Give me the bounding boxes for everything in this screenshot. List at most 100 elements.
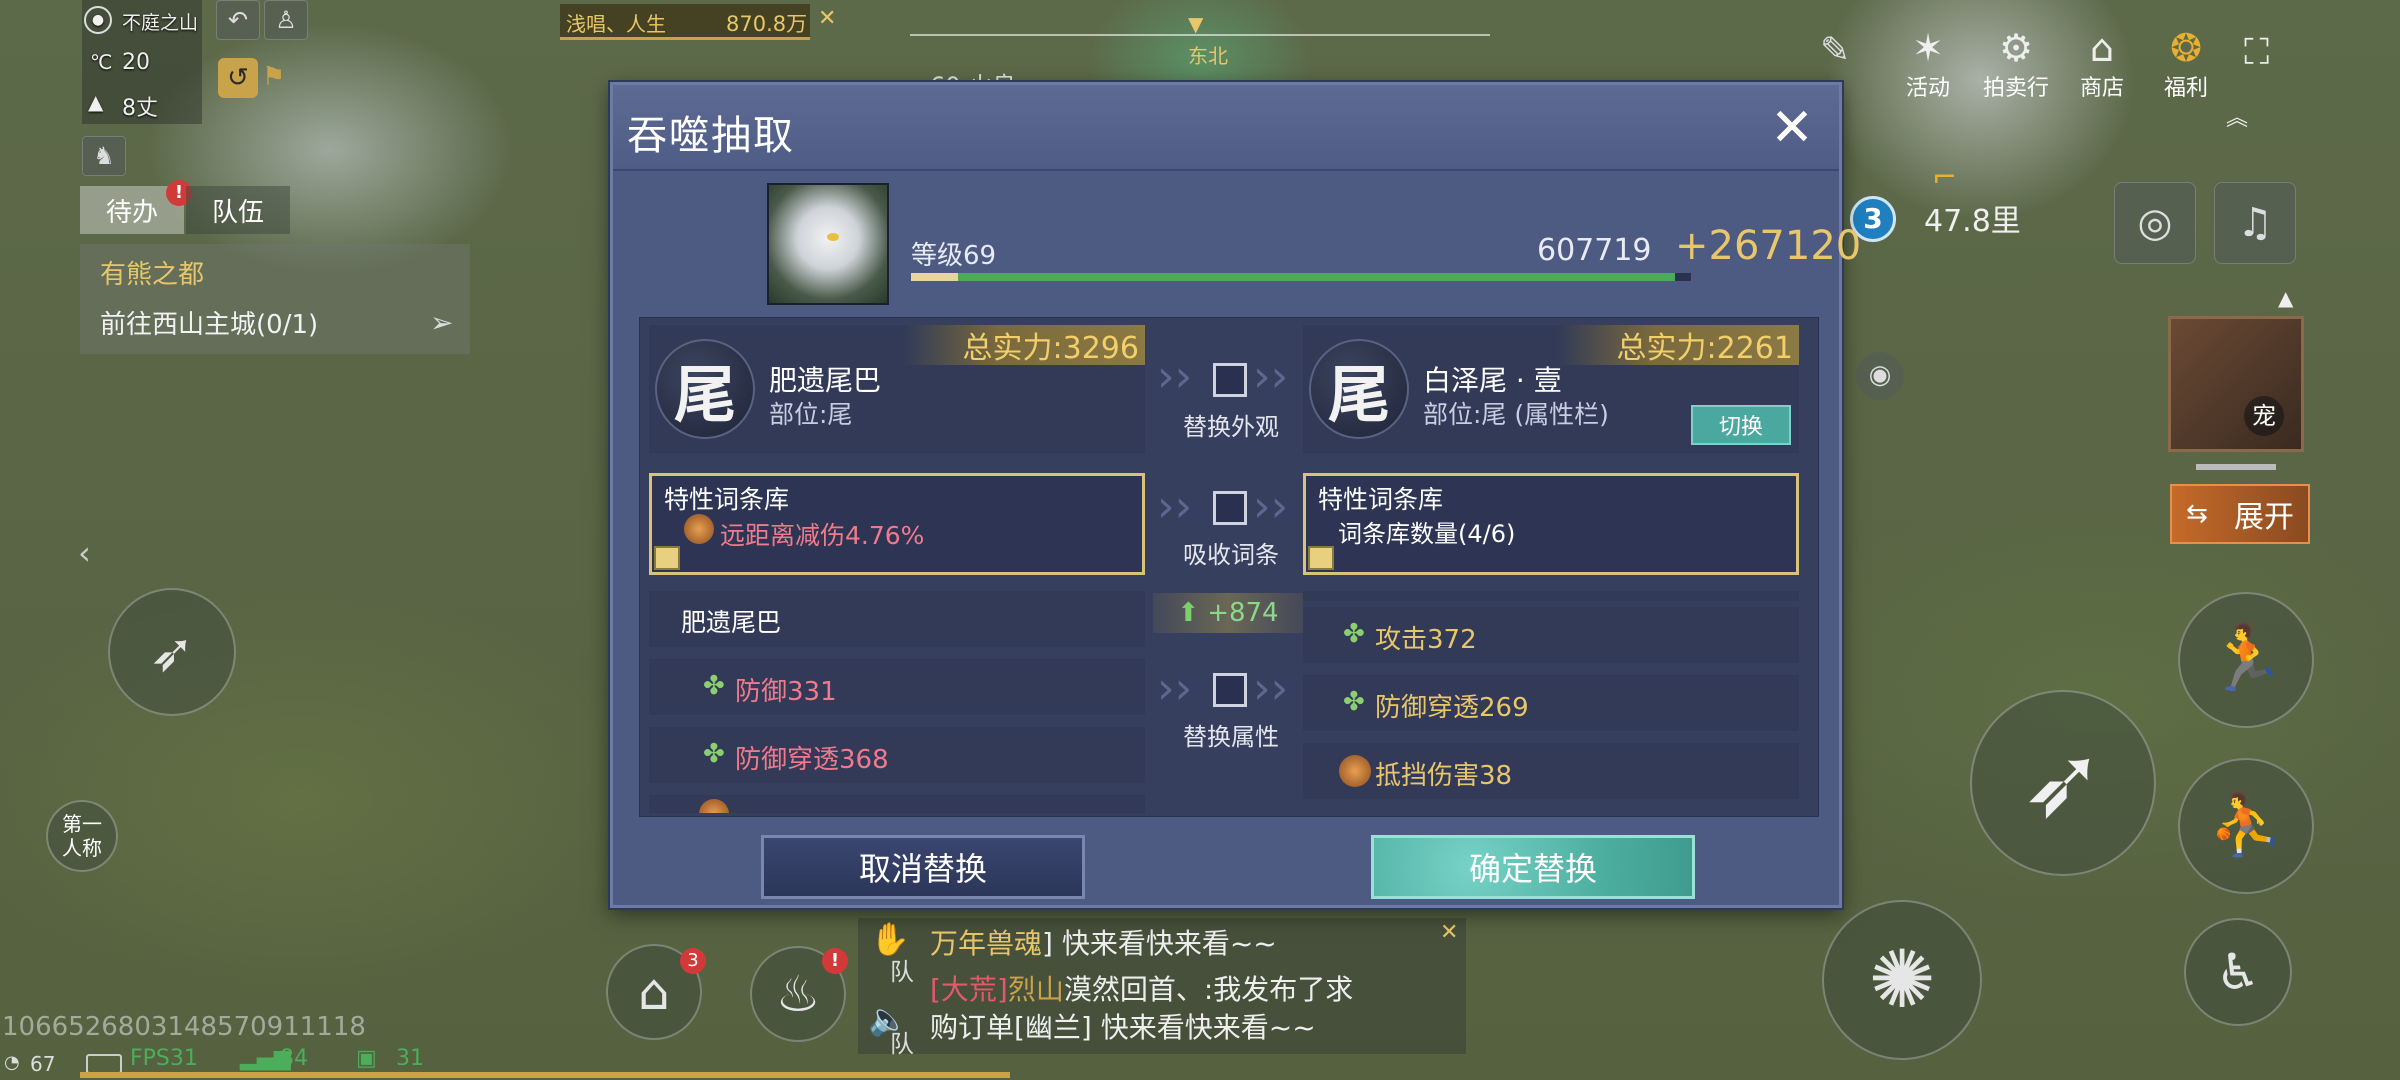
menu-shop[interactable]: ⌂ 商店 bbox=[2070, 26, 2134, 102]
arrow-up-icon: ⬆ bbox=[1177, 598, 1200, 628]
chevron-right-icon: ›› bbox=[1253, 351, 1289, 402]
swirl-icon bbox=[1339, 755, 1371, 787]
chat-line-3: 购订单[幽兰] 快来看快来看~~ bbox=[930, 1011, 1316, 1044]
replace-attr-label: 替换属性 bbox=[1183, 723, 1279, 751]
left-attr-title: 肥遗尾巴 bbox=[681, 608, 782, 637]
collapse-arrow-icon[interactable]: ‹ bbox=[78, 534, 91, 572]
switch-button[interactable]: 切换 bbox=[1691, 405, 1791, 445]
whistle-button[interactable]: ♫ bbox=[2214, 182, 2296, 264]
absorb-entry-checkbox[interactable] bbox=[1213, 491, 1247, 525]
bag-badge: ! bbox=[822, 948, 848, 974]
chat-team-label-2: 队 bbox=[890, 1030, 914, 1058]
quest-hook-icon[interactable]: ↺ bbox=[218, 58, 258, 98]
pet-card[interactable] bbox=[2168, 316, 2304, 452]
chevron-up-icon[interactable]: ▲ bbox=[2278, 286, 2293, 310]
right-attr-row-partial bbox=[1303, 591, 1799, 601]
chat-line1-name: 万年兽魂 bbox=[930, 927, 1043, 960]
tab-team[interactable]: 队伍 bbox=[186, 186, 290, 234]
weapon-skill-button[interactable]: ➶ bbox=[108, 588, 236, 716]
left-item-slot: 部位:尾 bbox=[769, 400, 853, 429]
right-library-entry: 词条库数量(4/6) bbox=[1338, 520, 1516, 548]
chat-close-icon[interactable]: ✕ bbox=[1440, 920, 1458, 945]
right-item-power: 总实力:2261 bbox=[1556, 325, 1799, 366]
flag-icon[interactable]: ⚑ bbox=[262, 62, 292, 92]
expand-button[interactable]: ⇆ 展开 bbox=[2170, 484, 2310, 544]
first-person-label-1: 第一 bbox=[62, 812, 102, 836]
left-item-card[interactable]: 尾 总实力:3296 肥遗尾巴 部位:尾 bbox=[649, 325, 1145, 453]
distance-value: 47.8里 bbox=[1924, 204, 2021, 239]
return-icon[interactable]: ↶ bbox=[216, 0, 260, 40]
attr-gain-value: +874 bbox=[1207, 598, 1279, 628]
drum-button[interactable]: ◎ bbox=[2114, 182, 2196, 264]
confirm-replace-button[interactable]: 确定替换 bbox=[1371, 835, 1695, 899]
special-skill-button[interactable]: ✺ bbox=[1822, 900, 1982, 1060]
leaf-icon: ✤ bbox=[703, 739, 725, 769]
left-attr-value: 防御331 bbox=[735, 677, 837, 707]
left-library-entry: 远距离减伤4.76% bbox=[720, 521, 925, 550]
confirm-replace-label: 确定替换 bbox=[1468, 850, 1597, 888]
shop-icon: ⌂ bbox=[2089, 26, 2115, 70]
character-icon[interactable]: ♙ bbox=[264, 0, 308, 40]
crouch-button[interactable]: ♿ bbox=[2184, 918, 2292, 1026]
jump-button[interactable]: ⛹ bbox=[2178, 758, 2314, 894]
absorb-entry-label: 吸收词条 bbox=[1183, 541, 1279, 569]
swirl-icon bbox=[684, 514, 714, 544]
right-item-card[interactable]: 尾 总实力:2261 白泽尾 · 壹 部位:尾 (属性栏) 切换 bbox=[1303, 325, 1799, 453]
chat-line2-name: 烈山 bbox=[1007, 973, 1064, 1006]
first-person-label-2: 人称 bbox=[62, 836, 102, 860]
dialog-header: 吞噬抽取 ✕ bbox=[613, 85, 1839, 171]
dodge-button[interactable]: 🏃 bbox=[2178, 592, 2314, 728]
collapse-up-icon[interactable]: ︽ bbox=[2226, 100, 2248, 132]
left-attr-value: 防御穿透368 bbox=[735, 745, 889, 775]
welfare-label: 福利 bbox=[2163, 76, 2208, 101]
top-chat-value: 870.8万 bbox=[726, 12, 808, 36]
top-chat-name: 浅唱、人生 bbox=[566, 12, 666, 36]
switch-label: 切换 bbox=[1718, 415, 1763, 440]
right-attr-value: 抵挡伤害38 bbox=[1375, 761, 1513, 791]
exp-bar bbox=[911, 273, 1691, 281]
cancel-replace-button[interactable]: 取消替换 bbox=[761, 835, 1085, 899]
compass-direction: 东北 bbox=[1188, 44, 1228, 68]
location-name: 不庭之山 bbox=[122, 12, 199, 34]
route-marker-icon: ⌐ bbox=[1932, 160, 1958, 195]
chat-team-label: 队 bbox=[890, 958, 914, 986]
dialog-title: 吞噬抽取 bbox=[627, 113, 795, 159]
menu-activity[interactable]: ✶ 活动 bbox=[1898, 26, 1958, 102]
compass-marker-icon: ▼ bbox=[1188, 12, 1204, 36]
left-entry-library[interactable]: 特性词条库 远距离减伤4.76% bbox=[649, 473, 1145, 575]
chat-line2-text: 漠然回首、:我发布了求 bbox=[1063, 973, 1354, 1006]
devour-dialog: 吞噬抽取 ✕ 等级69 607719 +267120 尾 总实力:3296 肥遗… bbox=[610, 82, 1861, 908]
replace-attr-checkbox[interactable] bbox=[1213, 673, 1247, 707]
left-item-power: 总实力:3296 bbox=[902, 325, 1145, 366]
right-attr-value: 攻击372 bbox=[1375, 625, 1477, 655]
fullscreen-icon[interactable]: ⛶ bbox=[2244, 32, 2269, 74]
right-item-crest: 尾 bbox=[1309, 339, 1409, 439]
cancel-replace-label: 取消替换 bbox=[858, 850, 987, 888]
send-icon[interactable]: ➢ bbox=[430, 306, 453, 339]
left-item-crest: 尾 bbox=[655, 339, 755, 439]
activity-label: 活动 bbox=[1905, 76, 1950, 101]
close-icon[interactable]: ✕ bbox=[1765, 98, 1819, 158]
eye-icon[interactable]: ◉ bbox=[1856, 352, 1904, 400]
activity-icon: ✶ bbox=[1912, 26, 1944, 70]
device-icon: ▣ bbox=[356, 1046, 377, 1071]
leaf-icon: ✤ bbox=[703, 671, 725, 701]
exp-strip bbox=[80, 1072, 1010, 1078]
top-chat-close-icon[interactable]: ✕ bbox=[818, 6, 836, 31]
attack-button[interactable]: ➶ bbox=[1970, 690, 2156, 876]
menu-welfare[interactable]: ❂ 福利 bbox=[2154, 26, 2218, 102]
edit-icon[interactable]: ✎ bbox=[1820, 30, 1850, 71]
quest-desc[interactable]: 前往西山主城(0/1) bbox=[100, 304, 318, 341]
left-attr-row: ✤ 防御331 bbox=[649, 659, 1145, 715]
first-person-button[interactable]: 第一 人称 bbox=[46, 800, 118, 872]
replace-appearance-checkbox[interactable] bbox=[1213, 363, 1247, 397]
chevron-right-icon: ›› bbox=[1253, 663, 1289, 714]
right-entry-library[interactable]: 特性词条库 词条库数量(4/6) bbox=[1303, 473, 1799, 575]
mount-icon[interactable]: ♞ bbox=[82, 136, 126, 176]
menu-auction[interactable]: ⚙ 拍卖行 bbox=[1976, 26, 2056, 102]
fps-value: FPS31 bbox=[130, 1046, 198, 1071]
expand-label: 展开 bbox=[2234, 500, 2294, 535]
auction-label: 拍卖行 bbox=[1982, 76, 2049, 101]
book-icon bbox=[654, 546, 680, 570]
pet-level: 等级69 bbox=[911, 241, 997, 271]
